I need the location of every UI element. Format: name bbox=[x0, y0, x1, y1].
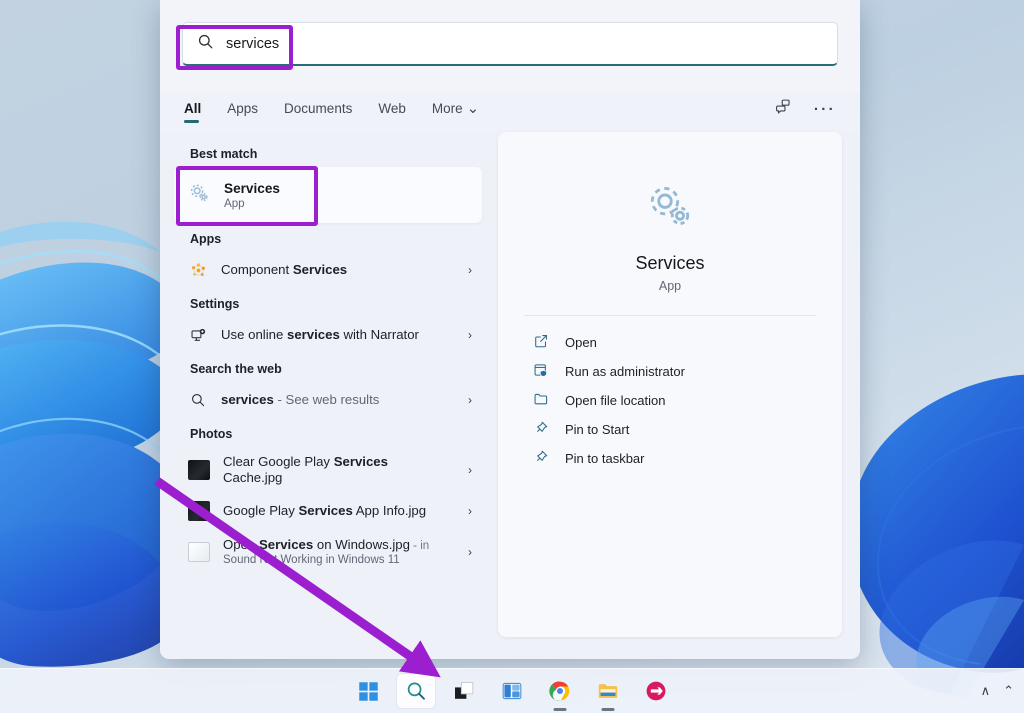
result-label: Use online services with Narrator bbox=[221, 326, 419, 342]
tab-all[interactable]: All bbox=[184, 101, 201, 123]
narrator-icon bbox=[188, 325, 208, 345]
action-pin-to-taskbar[interactable]: Pin to taskbar bbox=[524, 444, 816, 473]
result-photo-open-services-on-windows[interactable]: Open Services on Windows.jpg - in Sound … bbox=[174, 529, 482, 575]
search-box[interactable] bbox=[182, 22, 838, 66]
section-heading-best-match: Best match bbox=[190, 147, 258, 161]
result-label: Clear Google Play Services Cache.jpg bbox=[223, 453, 388, 486]
action-open-file-location[interactable]: Open file location bbox=[524, 386, 816, 415]
search-button[interactable] bbox=[397, 674, 435, 708]
chevron-right-icon[interactable]: › bbox=[468, 463, 472, 477]
action-label: Pin to taskbar bbox=[565, 451, 645, 466]
taskbar-system-tray: ∧ ⌃ bbox=[981, 683, 1014, 699]
action-pin-to-start[interactable]: Pin to Start bbox=[524, 415, 816, 444]
chrome-icon bbox=[549, 681, 570, 701]
tab-all-label: All bbox=[184, 101, 202, 116]
tab-more-label: More bbox=[431, 101, 463, 116]
folder-icon bbox=[598, 684, 618, 698]
result-label: Google Play Services App Info.jpg bbox=[223, 502, 427, 518]
result-photo-clear-google-play-services-cache[interactable]: Clear Google Play Services Cache.jpg › bbox=[174, 447, 482, 493]
action-open[interactable]: Open bbox=[524, 328, 816, 357]
widgets-icon bbox=[502, 682, 522, 700]
results-list: Best match Services App Apps Component S… bbox=[160, 132, 488, 659]
shield-window-icon bbox=[533, 362, 549, 381]
result-web-services[interactable]: services - See web results › bbox=[174, 382, 482, 418]
pin-icon bbox=[533, 449, 549, 468]
pin-icon bbox=[533, 420, 549, 439]
show-hidden-icons-button[interactable]: ∧ bbox=[981, 683, 991, 699]
task-view-button[interactable] bbox=[445, 674, 483, 708]
photo-thumbnail bbox=[188, 542, 210, 562]
action-label: Run as administrator bbox=[565, 364, 685, 379]
action-label: Pin to Start bbox=[565, 422, 630, 437]
preview-actions: Open Run as administrator Open file loca… bbox=[524, 328, 816, 473]
start-button[interactable] bbox=[349, 674, 387, 708]
taskbar-center-group bbox=[349, 674, 675, 708]
section-heading-settings: Settings bbox=[190, 297, 240, 311]
section-heading-search-the-web: Search the web bbox=[190, 362, 282, 376]
gears-icon bbox=[645, 182, 695, 237]
search-input[interactable] bbox=[226, 23, 823, 64]
tab-documents-label: Documents bbox=[284, 101, 353, 116]
chrome-button[interactable] bbox=[541, 674, 579, 708]
chevron-right-icon[interactable]: › bbox=[468, 504, 472, 518]
task-view-icon bbox=[455, 681, 474, 699]
search-icon bbox=[407, 682, 425, 700]
open-external-icon bbox=[533, 333, 549, 352]
result-photo-google-play-services-app-info[interactable]: Google Play Services App Info.jpg › bbox=[174, 493, 482, 529]
divider bbox=[524, 315, 816, 316]
windows-logo-icon bbox=[358, 681, 378, 701]
widgets-button[interactable] bbox=[493, 674, 531, 708]
section-heading-apps: Apps bbox=[190, 232, 222, 246]
tab-apps-label: Apps bbox=[227, 101, 259, 116]
feedback-icon[interactable] bbox=[775, 98, 792, 120]
mail-icon bbox=[646, 681, 666, 701]
result-online-services-narrator[interactable]: Use online services with Narrator › bbox=[174, 317, 482, 353]
mail-button[interactable] bbox=[637, 674, 675, 708]
preview-app-subtitle: App bbox=[658, 279, 682, 293]
header-actions: ··· bbox=[775, 98, 836, 126]
action-run-as-administrator[interactable]: Run as administrator bbox=[524, 357, 816, 386]
preview-pane: Services App Open Run as administrator O… bbox=[488, 132, 860, 659]
more-options-icon[interactable]: ··· bbox=[814, 101, 836, 118]
tab-web[interactable]: Web bbox=[378, 101, 406, 123]
best-match-subtitle: App bbox=[224, 196, 245, 210]
tab-more[interactable]: More ⌄ bbox=[432, 101, 479, 123]
section-heading-photos: Photos bbox=[190, 427, 233, 441]
desktop: All Apps Documents Web More ⌄ ··· bbox=[0, 0, 1024, 713]
tray-partial-icon[interactable]: ⌃ bbox=[1003, 683, 1014, 699]
result-label: services - See web results bbox=[221, 391, 380, 407]
taskbar: ∧ ⌃ bbox=[0, 668, 1024, 713]
file-explorer-button[interactable] bbox=[589, 674, 627, 708]
tab-apps[interactable]: Apps bbox=[227, 101, 258, 123]
action-label: Open file location bbox=[565, 393, 666, 408]
search-icon bbox=[188, 390, 208, 410]
search-tabs: All Apps Documents Web More ⌄ ··· bbox=[160, 92, 860, 132]
result-component-services[interactable]: Component Services › bbox=[174, 252, 482, 288]
app-preview-card: Services App Open Run as administrator O… bbox=[498, 132, 842, 637]
best-match-result-services[interactable]: Services App bbox=[174, 167, 482, 223]
search-header bbox=[160, 0, 860, 92]
photo-thumbnail bbox=[188, 460, 210, 480]
search-icon bbox=[197, 33, 214, 55]
chevron-right-icon[interactable]: › bbox=[468, 545, 472, 559]
search-flyout: All Apps Documents Web More ⌄ ··· bbox=[160, 0, 860, 659]
folder-icon bbox=[533, 391, 549, 410]
result-sublabel: Sound Not Working in Windows 11 bbox=[223, 554, 400, 567]
tab-documents[interactable]: Documents bbox=[284, 101, 352, 123]
component-services-icon bbox=[188, 260, 208, 280]
result-label: Component Services bbox=[221, 261, 348, 277]
gears-icon bbox=[188, 182, 210, 209]
search-body: Best match Services App Apps Component S… bbox=[160, 132, 860, 659]
best-match-title: Services bbox=[224, 180, 280, 196]
photo-thumbnail bbox=[188, 501, 210, 521]
chevron-right-icon[interactable]: › bbox=[468, 393, 472, 407]
chevron-down-icon: ⌄ bbox=[466, 100, 480, 117]
action-label: Open bbox=[565, 335, 597, 350]
chevron-right-icon[interactable]: › bbox=[468, 328, 472, 342]
result-label: Open Services on Windows.jpg - in Sound … bbox=[223, 536, 430, 567]
tab-web-label: Web bbox=[378, 101, 406, 116]
preview-app-title: Services bbox=[635, 253, 705, 273]
chevron-right-icon[interactable]: › bbox=[468, 263, 472, 277]
